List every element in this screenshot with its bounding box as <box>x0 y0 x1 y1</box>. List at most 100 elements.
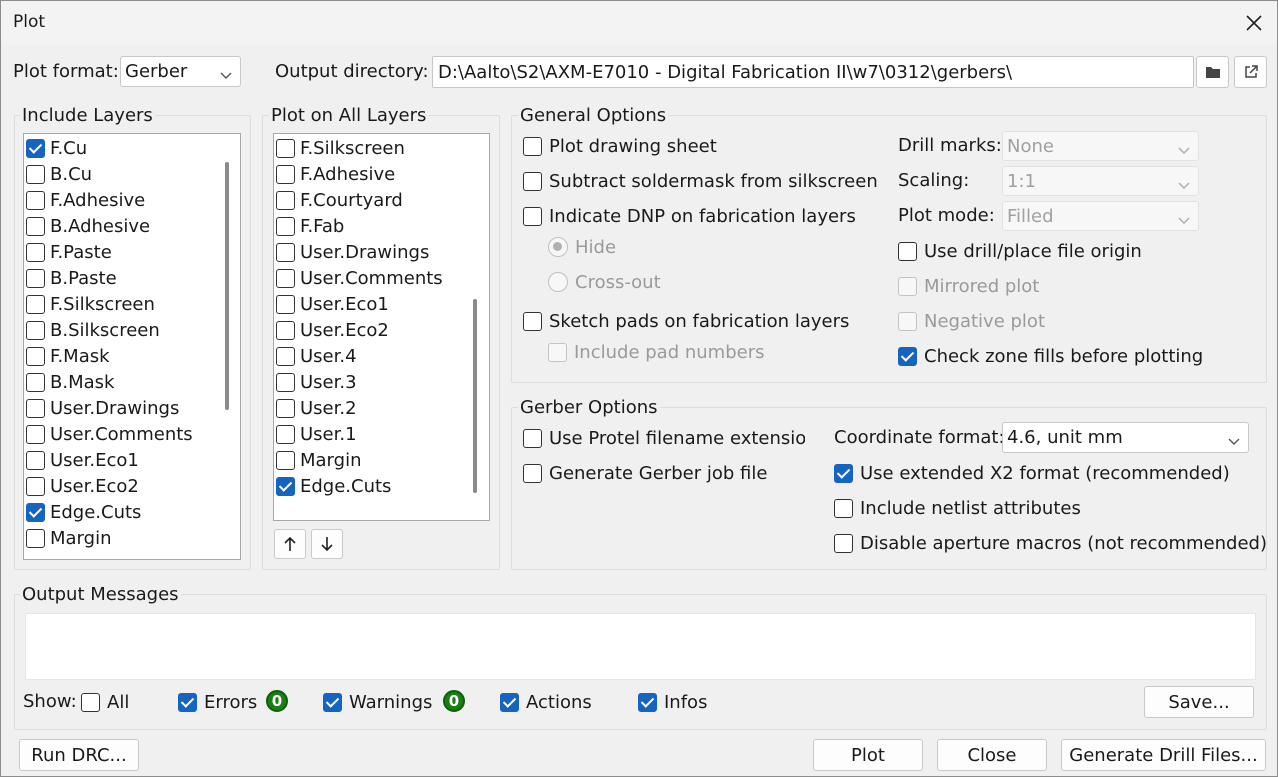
layer-checkbox[interactable] <box>26 502 45 522</box>
checkbox-box[interactable] <box>898 311 917 331</box>
checkbox-box[interactable] <box>638 692 657 712</box>
include-layer-item[interactable]: F.Cu <box>26 135 87 161</box>
layer-checkbox[interactable] <box>26 424 45 444</box>
checkbox-box[interactable] <box>523 206 542 226</box>
layer-checkbox[interactable] <box>276 398 295 418</box>
include-layer-item[interactable]: F.Adhesive <box>26 187 145 213</box>
checkbox-box[interactable] <box>834 463 853 483</box>
plot-button[interactable]: Plot <box>813 739 923 771</box>
include-layer-item[interactable]: Edge.Cuts <box>26 499 141 525</box>
checkbox-box[interactable] <box>523 463 542 483</box>
include-layer-item[interactable]: F.Mask <box>26 343 110 369</box>
check-zone-fills-checkbox[interactable]: Check zone fills before plotting <box>898 343 1203 369</box>
layer-checkbox[interactable] <box>26 138 45 158</box>
output-messages-box[interactable] <box>25 613 1256 680</box>
move-down-button[interactable] <box>311 529 343 559</box>
checkbox-box[interactable] <box>500 692 519 712</box>
plot-all-layer-item[interactable]: User.1 <box>276 421 357 447</box>
scaling-select[interactable]: 1:1 <box>1002 166 1199 196</box>
layer-checkbox[interactable] <box>26 320 45 340</box>
include-layer-item[interactable]: User.Eco2 <box>26 473 139 499</box>
generate-job-file-checkbox[interactable]: Generate Gerber job file <box>523 460 767 486</box>
layer-checkbox[interactable] <box>276 216 295 236</box>
netlist-attributes-checkbox[interactable]: Include netlist attributes <box>834 495 1081 521</box>
checkbox-box[interactable] <box>81 692 100 712</box>
checkbox-box[interactable] <box>548 342 567 362</box>
plot-all-layer-item[interactable]: User.2 <box>276 395 357 421</box>
output-directory-input[interactable] <box>433 57 1193 87</box>
radio-dot[interactable] <box>548 237 568 257</box>
sketch-pads-checkbox[interactable]: Sketch pads on fabrication layers <box>523 308 849 334</box>
layer-checkbox[interactable] <box>276 138 295 158</box>
close-icon[interactable] <box>1238 7 1270 39</box>
plot-all-layer-item[interactable]: Margin <box>276 447 361 473</box>
layer-checkbox[interactable] <box>26 190 45 210</box>
use-protel-extensions-checkbox[interactable]: Use Protel filename extensions <box>523 425 805 451</box>
include-layer-item[interactable]: B.Mask <box>26 369 114 395</box>
checkbox-box[interactable] <box>323 692 342 712</box>
checkbox-box[interactable] <box>898 241 917 261</box>
plot-all-layers-scrollbar[interactable] <box>473 299 477 493</box>
move-up-button[interactable] <box>274 529 306 559</box>
negative-plot-checkbox[interactable]: Negative plot <box>898 308 1045 334</box>
include-layers-scrollbar[interactable] <box>225 162 229 410</box>
layer-checkbox[interactable] <box>26 346 45 366</box>
show-errors-checkbox[interactable]: Errors <box>178 689 257 715</box>
checkbox-box[interactable] <box>834 533 853 553</box>
plot-all-layer-item[interactable]: Edge.Cuts <box>276 473 391 499</box>
layer-checkbox[interactable] <box>276 190 295 210</box>
coordinate-format-select[interactable]: 4.6, unit mm <box>1002 422 1249 453</box>
layer-checkbox[interactable] <box>276 346 295 366</box>
hide-radio[interactable]: Hide <box>548 234 616 260</box>
mirrored-plot-checkbox[interactable]: Mirrored plot <box>898 273 1039 299</box>
browse-folder-button[interactable] <box>1196 56 1229 88</box>
layer-checkbox[interactable] <box>26 398 45 418</box>
plot-all-layer-item[interactable]: User.Comments <box>276 265 443 291</box>
plot-all-layer-item[interactable]: F.Fab <box>276 213 344 239</box>
plot-all-layer-item[interactable]: User.Drawings <box>276 239 429 265</box>
plot-drawing-sheet-checkbox[interactable]: Plot drawing sheet <box>523 133 717 159</box>
checkbox-box[interactable] <box>834 498 853 518</box>
layer-checkbox[interactable] <box>26 268 45 288</box>
layer-checkbox[interactable] <box>276 476 295 496</box>
layer-checkbox[interactable] <box>26 216 45 236</box>
layer-checkbox[interactable] <box>276 320 295 340</box>
checkbox-box[interactable] <box>523 311 542 331</box>
show-warnings-checkbox[interactable]: Warnings <box>323 689 432 715</box>
checkbox-box[interactable] <box>523 136 542 156</box>
include-layers-list[interactable]: F.Cu B.Cu F.Adhesive B.Adhesive F.Paste B.Pas… <box>23 133 241 560</box>
plot-all-layer-item[interactable]: User.Eco1 <box>276 291 389 317</box>
checkbox-box[interactable] <box>898 276 917 296</box>
show-actions-checkbox[interactable]: Actions <box>500 689 592 715</box>
output-directory-input-wrap[interactable] <box>432 56 1194 88</box>
layer-checkbox[interactable] <box>26 372 45 392</box>
indicate-dnp-checkbox[interactable]: Indicate DNP on fabrication layers <box>523 203 856 229</box>
subtract-soldermask-checkbox[interactable]: Subtract soldermask from silkscreen <box>523 168 878 194</box>
layer-checkbox[interactable] <box>26 164 45 184</box>
layer-checkbox[interactable] <box>26 294 45 314</box>
layer-checkbox[interactable] <box>276 450 295 470</box>
plot-all-layer-item[interactable]: User.4 <box>276 343 357 369</box>
cross-out-radio[interactable]: Cross-out <box>548 269 661 295</box>
include-layer-item[interactable]: F.Paste <box>26 239 112 265</box>
layer-checkbox[interactable] <box>276 424 295 444</box>
layer-checkbox[interactable] <box>26 476 45 496</box>
include-layer-item[interactable]: B.Silkscreen <box>26 317 160 343</box>
layer-checkbox[interactable] <box>276 242 295 262</box>
show-infos-checkbox[interactable]: Infos <box>638 689 707 715</box>
layer-checkbox[interactable] <box>26 528 45 548</box>
layer-checkbox[interactable] <box>276 268 295 288</box>
checkbox-box[interactable] <box>898 346 917 366</box>
save-messages-button[interactable]: Save... <box>1144 686 1254 718</box>
include-layer-item[interactable]: B.Cu <box>26 161 92 187</box>
include-layer-item[interactable]: B.Adhesive <box>26 213 150 239</box>
show-all-checkbox[interactable]: All <box>81 689 129 715</box>
plot-all-layers-list[interactable]: F.Silkscreen F.Adhesive F.Courtyard F.Fab Us… <box>273 133 490 521</box>
plot-all-layer-item[interactable]: F.Silkscreen <box>276 135 405 161</box>
use-drill-origin-checkbox[interactable]: Use drill/place file origin <box>898 238 1142 264</box>
plot-all-layer-item[interactable]: User.3 <box>276 369 357 395</box>
include-layer-item[interactable]: Margin <box>26 525 111 551</box>
plot-all-layer-item[interactable]: F.Adhesive <box>276 161 395 187</box>
radio-dot[interactable] <box>548 272 568 292</box>
layer-checkbox[interactable] <box>276 372 295 392</box>
